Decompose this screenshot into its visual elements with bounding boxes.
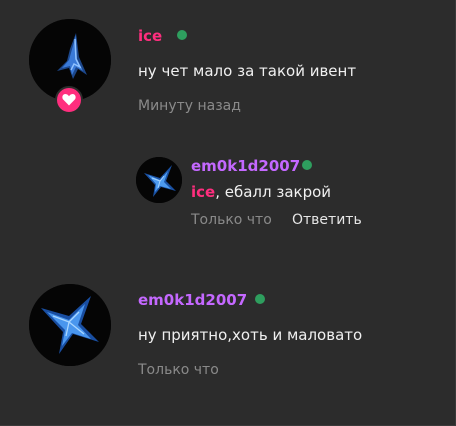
comment-author[interactable]: ice	[138, 27, 162, 45]
reply-text: ice, ебалл закрой	[191, 183, 331, 201]
comment-author[interactable]: em0k1d2007	[138, 291, 247, 309]
online-status-dot	[302, 160, 312, 170]
comments-panel: ice ну чет мало за такой ивент Минуту на…	[0, 0, 456, 426]
heart-badge	[55, 86, 83, 114]
comment-timestamp: Минуту назад	[138, 98, 241, 114]
comment-text: ну чет мало за такой ивент	[138, 62, 357, 80]
reply-author[interactable]: em0k1d2007	[191, 157, 300, 175]
reply-text-body: , ебалл закрой	[215, 183, 332, 201]
reply-timestamp: Только что	[191, 212, 272, 228]
comment-timestamp: Только что	[138, 362, 219, 378]
avatar-em0k1d2007[interactable]	[29, 284, 111, 366]
heart-icon	[62, 91, 76, 110]
online-status-dot	[255, 294, 265, 304]
avatar-em0k1d2007[interactable]	[136, 157, 182, 203]
online-status-dot	[177, 30, 187, 40]
reply-button[interactable]: Ответить	[292, 211, 362, 229]
mention-link[interactable]: ice	[191, 183, 215, 201]
comment-text: ну приятно,хоть и маловато	[138, 326, 363, 344]
